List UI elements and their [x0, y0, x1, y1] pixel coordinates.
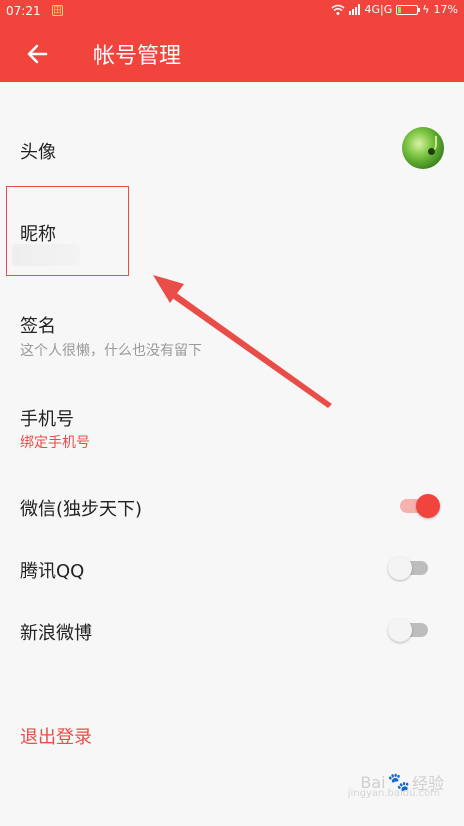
wifi-icon [331, 4, 344, 15]
signature-label: 签名 [20, 316, 56, 337]
weibo-toggle[interactable] [388, 616, 430, 642]
qq-toggle[interactable] [388, 554, 430, 580]
wechat-toggle[interactable] [398, 492, 440, 518]
qq-label: 腾讯QQ [20, 561, 85, 582]
battery-icon [396, 4, 421, 15]
baidu-watermark: Bai 🐾 经验 jingyan.baidu.com [348, 770, 444, 800]
wechat-label: 微信(独步天下) [20, 499, 143, 520]
charging-icon: ϟ [422, 3, 430, 16]
status-right: 4G|G ϟ 17% [331, 3, 458, 16]
phone-row[interactable]: 手机号 绑定手机号 [0, 395, 464, 460]
weibo-label: 新浪微博 [20, 623, 92, 644]
signal-icon [348, 4, 360, 15]
avatar-label: 头像 [20, 142, 56, 163]
wechat-toggle-knob [416, 494, 440, 518]
app-bar: 帐号管理 [0, 24, 464, 82]
bind-phone-link[interactable]: 绑定手机号 [20, 432, 90, 452]
logout-button[interactable]: 退出登录 [20, 723, 92, 749]
wechat-row: 微信(独步天下) [0, 485, 464, 529]
weibo-toggle-knob [388, 618, 412, 642]
back-arrow-icon[interactable] [24, 40, 52, 68]
status-bar: 07:21 田 4G|G ϟ 17% [0, 0, 464, 24]
page-title: 帐号管理 [93, 44, 182, 69]
status-time: 07:21 [6, 4, 41, 18]
avatar-seed [428, 148, 435, 155]
battery-percent: 17% [433, 3, 458, 16]
avatar[interactable] [402, 127, 444, 169]
phone-label: 手机号 [20, 409, 74, 430]
network-type: 4G|G [364, 3, 393, 16]
qq-toggle-knob [388, 556, 412, 580]
signature-row[interactable]: 签名 这个人很懒，什么也没有留下 [0, 300, 464, 370]
notification-app-icon: 田 [52, 5, 63, 16]
signature-value: 这个人很懒，什么也没有留下 [20, 343, 202, 359]
avatar-row[interactable]: 头像 [0, 118, 464, 180]
battery-fill [398, 6, 402, 13]
watermark-site: jingyan.baidu.com [347, 788, 440, 799]
annotation-highlight-box [6, 186, 129, 276]
